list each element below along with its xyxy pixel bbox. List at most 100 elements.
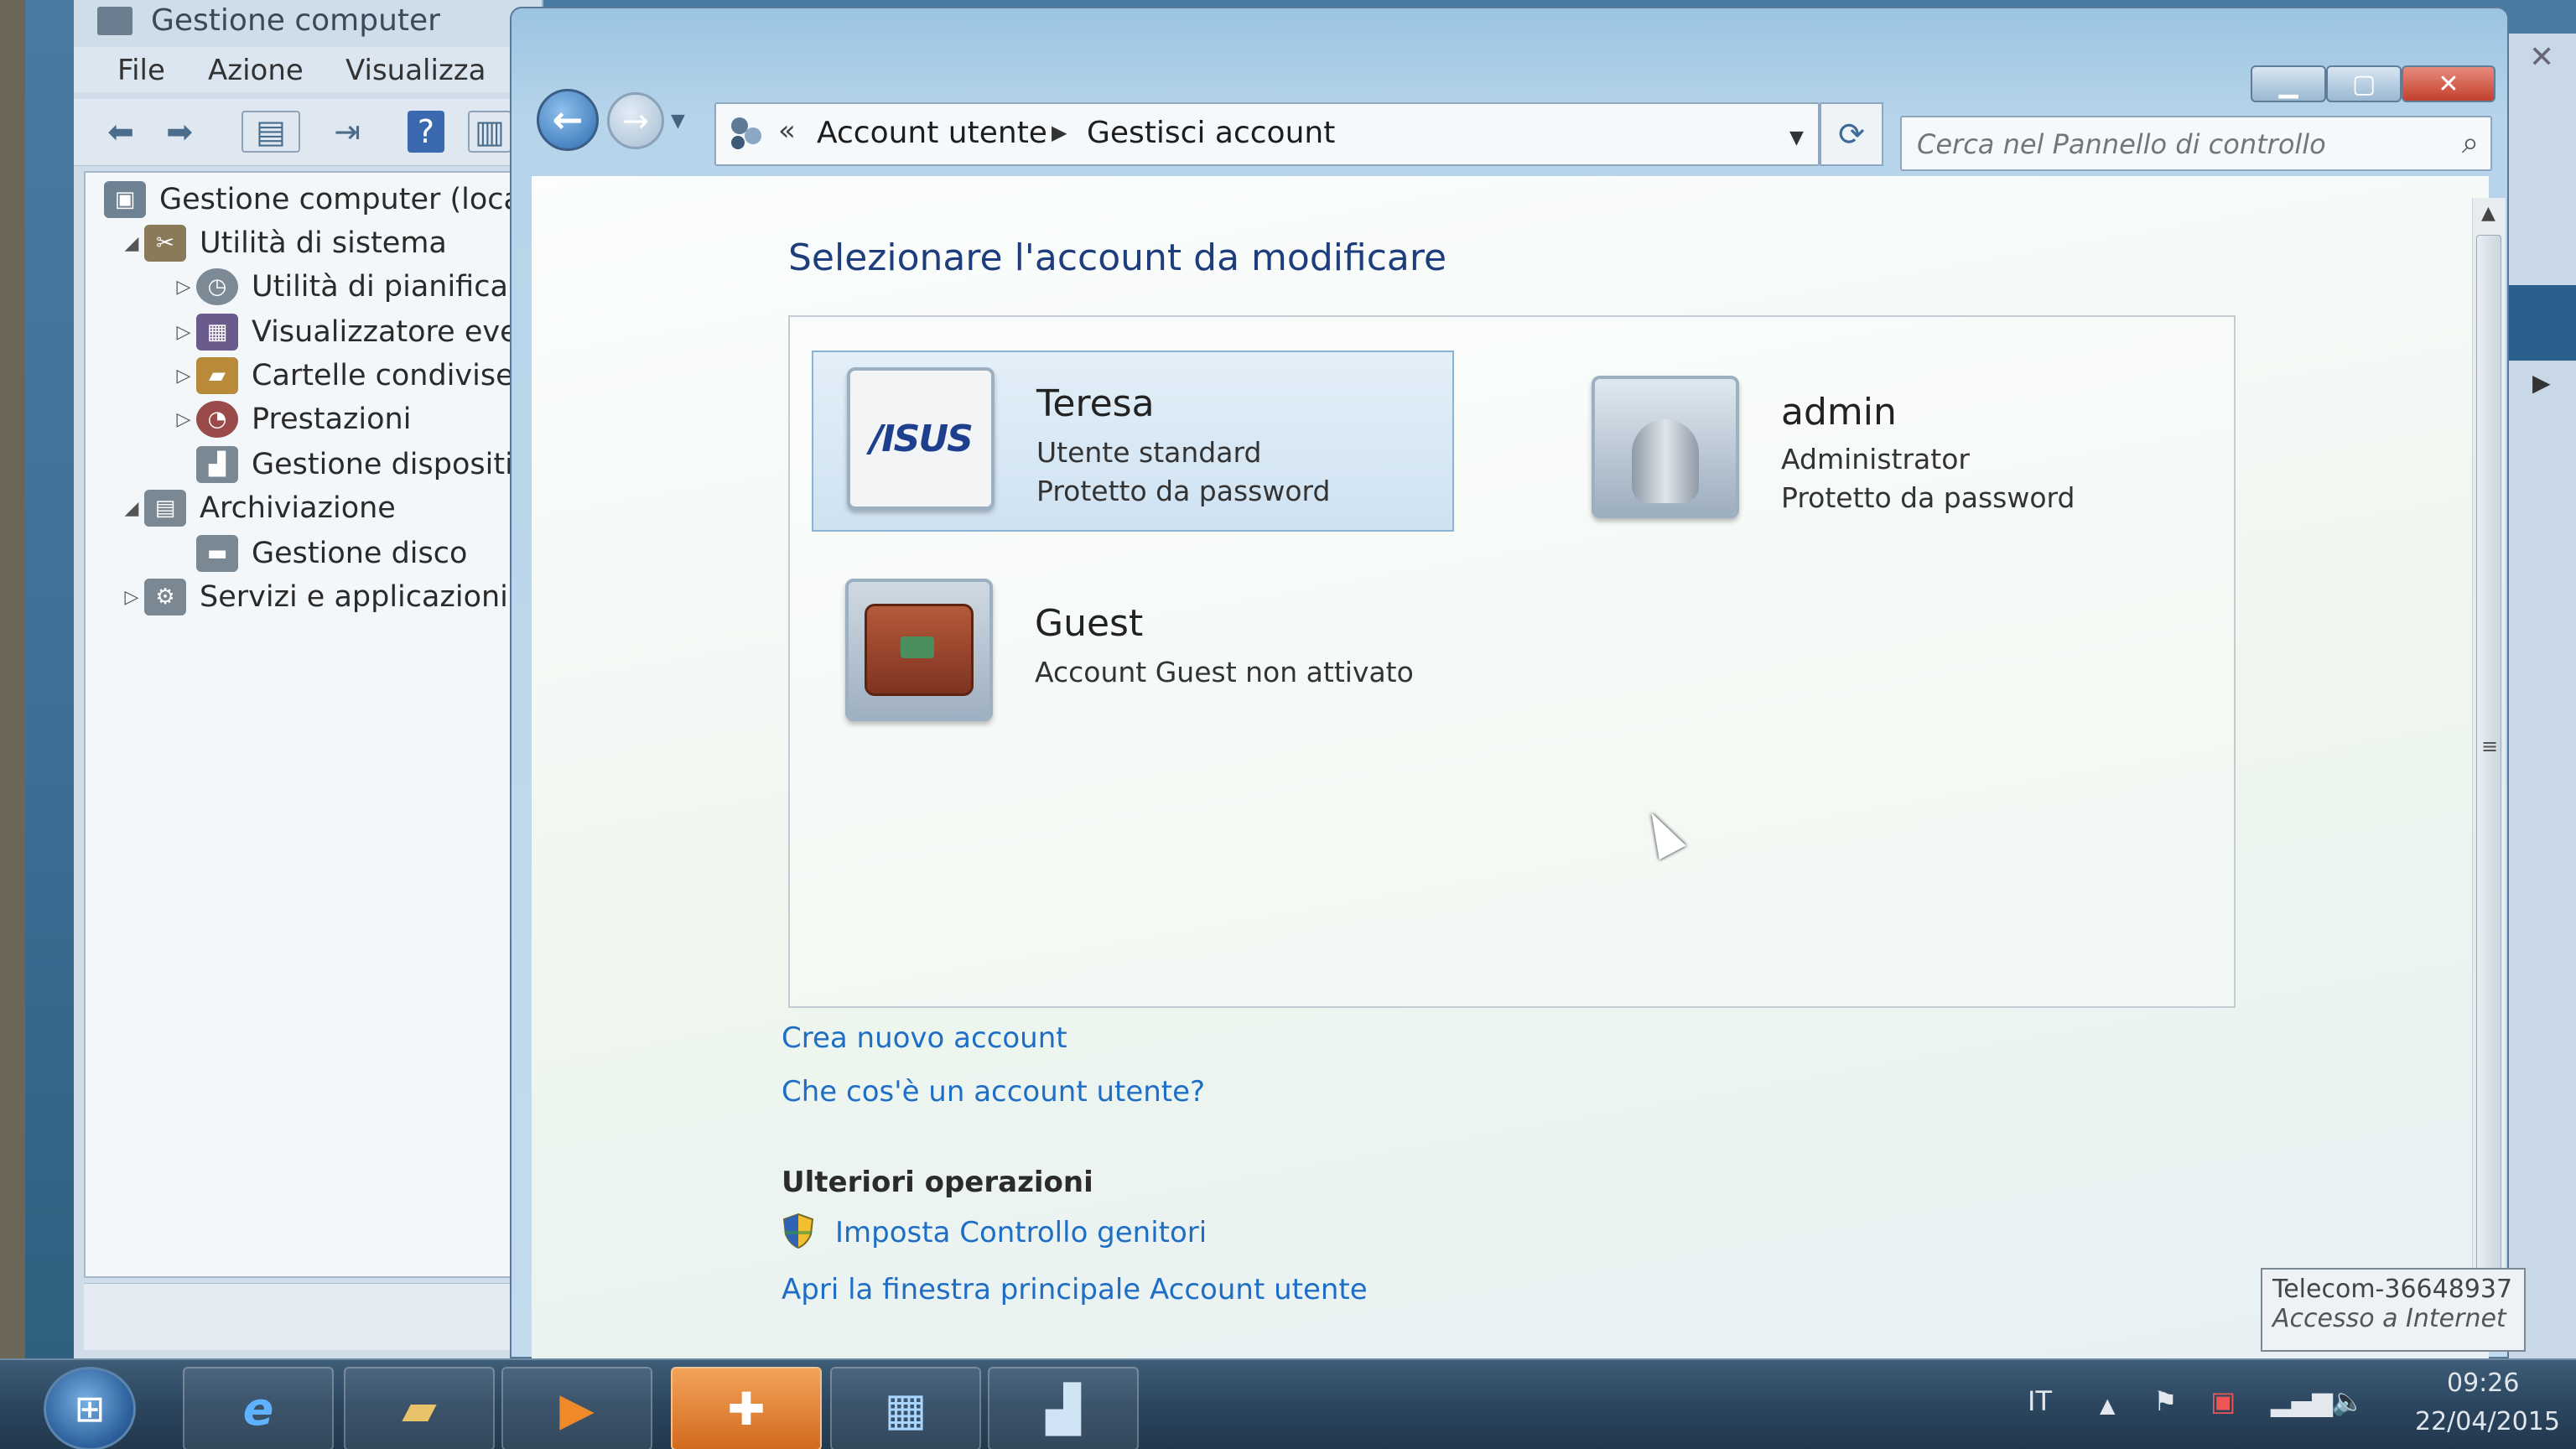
collapse-icon[interactable]: ◢: [119, 233, 144, 254]
tooltip-network-name: Telecom-36648937: [2272, 1275, 2513, 1304]
suitcase-icon: [849, 582, 989, 718]
more-tasks-heading: Ulteriori operazioni: [782, 1166, 1093, 1199]
chevron-down-icon[interactable]: ▼: [1789, 127, 1804, 148]
user-accounts-window[interactable]: ▁ ▢ ✕ ← → ▼ « Account utente ▶ Gestisci …: [510, 7, 2509, 1360]
tree-disk-mgmt-label: Gestione disco: [252, 537, 468, 570]
menu-azione[interactable]: Azione: [208, 54, 304, 87]
account-picture-suitcase: [845, 579, 993, 721]
tree-system-tools[interactable]: ◢ ✂ Utilità di sistema: [119, 225, 447, 262]
expand-icon[interactable]: ▷: [171, 409, 196, 430]
uac-shield-icon: [782, 1213, 814, 1249]
account-name: admin: [1781, 391, 1897, 434]
help-icon[interactable]: ?: [408, 111, 444, 153]
network-signal-icon[interactable]: ▂▄▆: [2271, 1385, 2333, 1417]
show-hidden-icons[interactable]: ▲: [2100, 1394, 2115, 1417]
breadcrumb-gestisci-account[interactable]: Gestisci account: [1087, 116, 1335, 150]
taskbar-internet-explorer[interactable]: e: [183, 1367, 334, 1449]
tree-storage-label: Archiviazione: [200, 491, 396, 525]
close-icon[interactable]: ✕: [2529, 40, 2554, 75]
tree-system-tools-label: Utilità di sistema: [200, 226, 447, 260]
control-panel-icon: [731, 117, 761, 149]
folder-icon: ▰: [402, 1382, 437, 1436]
taskbar-computer-management[interactable]: ▟: [988, 1367, 1139, 1449]
account-teresa[interactable]: /ISUS Teresa Utente standard Protetto da…: [812, 351, 1454, 532]
minimize-button[interactable]: ▁: [2251, 65, 2326, 102]
account-admin[interactable]: admin Administrator Protetto da password: [1558, 351, 2145, 532]
content-area: Selezionare l'account da modificare /ISU…: [532, 176, 2506, 1360]
expand-icon[interactable]: ▷: [119, 587, 144, 608]
account-guest[interactable]: Guest Account Guest non attivato: [812, 564, 1454, 745]
tree-storage[interactable]: ◢ ▤ Archiviazione: [119, 490, 396, 527]
tree-performance-label: Prestazioni: [252, 402, 412, 436]
language-indicator[interactable]: IT: [2028, 1385, 2052, 1417]
robot-icon: [1595, 379, 1736, 515]
desktop-edge: [0, 0, 25, 1358]
tree-event-viewer[interactable]: ▷ ▦ Visualizzatore eve: [171, 314, 518, 351]
show-hide-tree-icon[interactable]: ▤: [242, 111, 300, 153]
asus-logo-icon: /ISUS: [850, 371, 991, 506]
back-arrow-icon[interactable]: ⬅: [99, 111, 143, 153]
search-box[interactable]: ⌕: [1900, 116, 2492, 171]
tree-device-manager-label: Gestione dispositi: [252, 448, 513, 481]
scrollbar-thumb[interactable]: [2476, 235, 2501, 1283]
back-button[interactable]: ←: [537, 89, 599, 151]
maximize-button[interactable]: ▢: [2326, 65, 2402, 102]
properties-icon[interactable]: ▥: [468, 111, 512, 153]
taskbar-control-panel[interactable]: ▦: [830, 1367, 981, 1449]
action-center-flag-icon[interactable]: ⚑: [2153, 1385, 2178, 1417]
breadcrumb-account-utente[interactable]: Account utente: [817, 116, 1047, 150]
chevron-right-icon[interactable]: ▶: [2532, 369, 2551, 397]
tree-disk-mgmt[interactable]: ▬ Gestione disco: [196, 535, 467, 572]
control-panel-icon: ▦: [884, 1382, 927, 1436]
taskbar-explorer[interactable]: ▰: [344, 1367, 495, 1449]
search-icon[interactable]: ⌕: [2462, 126, 2479, 161]
account-name: Teresa: [1036, 382, 1155, 425]
start-button[interactable]: ⊞: [44, 1367, 136, 1449]
expand-icon[interactable]: ▷: [171, 277, 196, 298]
what-is-account-link[interactable]: Che cos'è un account utente?: [782, 1075, 1205, 1109]
create-account-link[interactable]: Crea nuovo account: [782, 1021, 1067, 1055]
export-list-icon[interactable]: ⇥: [325, 111, 369, 153]
recent-pages-dropdown[interactable]: ▼: [671, 111, 685, 132]
scroll-up-icon[interactable]: ▲: [2481, 203, 2496, 224]
event-viewer-icon: ▦: [196, 314, 238, 351]
refresh-button[interactable]: ⟳: [1820, 102, 1883, 166]
tree-performance[interactable]: ▷ ◔ Prestazioni: [171, 401, 411, 438]
tree-services[interactable]: ▷ ⚙ Servizi e applicazioni: [119, 579, 508, 615]
forward-button[interactable]: →: [607, 92, 664, 149]
disk-icon: ▬: [196, 535, 238, 572]
tree-root-label: Gestione computer (loca: [159, 183, 522, 216]
close-button[interactable]: ✕: [2402, 65, 2496, 102]
collapse-icon[interactable]: ◢: [119, 498, 144, 519]
account-status: Protetto da password: [1036, 475, 1331, 507]
vertical-scrollbar[interactable]: ▲ ≡: [2472, 198, 2506, 1288]
address-bar[interactable]: « Account utente ▶ Gestisci account ▼: [714, 102, 1820, 166]
volume-icon[interactable]: 🔈: [2331, 1385, 2365, 1417]
tree-shared-folders[interactable]: ▷ ▰ Cartelle condivise: [171, 357, 514, 394]
open-user-accounts-link[interactable]: Apri la finestra principale Account uten…: [782, 1273, 1368, 1306]
chevron-right-icon[interactable]: ▶: [1052, 121, 1067, 144]
clock-date[interactable]: 22/04/2015: [2415, 1407, 2560, 1436]
security-icon[interactable]: ▣: [2210, 1385, 2236, 1417]
taskbar-media-player[interactable]: ▶: [501, 1367, 652, 1449]
mmc-title: Gestione computer: [151, 3, 440, 38]
account-name: Guest: [1035, 602, 1144, 645]
tree-device-manager[interactable]: ▟ Gestione dispositi: [196, 446, 513, 483]
clock-time[interactable]: 09:26: [2447, 1368, 2519, 1398]
search-input[interactable]: [1917, 124, 2420, 164]
expand-icon[interactable]: ▷: [171, 322, 196, 343]
computer-management-window[interactable]: Gestione computer File Azione Visualizza…: [74, 0, 543, 1358]
expand-icon[interactable]: ▷: [171, 366, 196, 387]
account-picture-asus: /ISUS: [847, 367, 995, 510]
performance-icon: ◔: [196, 401, 238, 438]
menu-file[interactable]: File: [117, 54, 165, 87]
tree-root[interactable]: ▣ Gestione computer (loca: [104, 181, 522, 218]
parental-controls-link[interactable]: Imposta Controllo genitori: [835, 1216, 1207, 1249]
taskbar-active-app[interactable]: ✚: [671, 1367, 822, 1449]
taskbar: ⊞ e ▰ ▶ ✚ ▦ ▟ IT ▲ ⚑ ▣ ▂▄▆ 🔈 09:26 22/04…: [0, 1358, 2576, 1449]
forward-arrow-icon[interactable]: ➡: [158, 111, 201, 153]
menu-visualizza[interactable]: Visualizza: [345, 54, 486, 87]
breadcrumb-overflow[interactable]: «: [778, 114, 796, 148]
account-status: Account Guest non attivato: [1035, 656, 1414, 688]
tree-scheduler[interactable]: ▷ ◷ Utilità di pianifica: [171, 268, 508, 305]
